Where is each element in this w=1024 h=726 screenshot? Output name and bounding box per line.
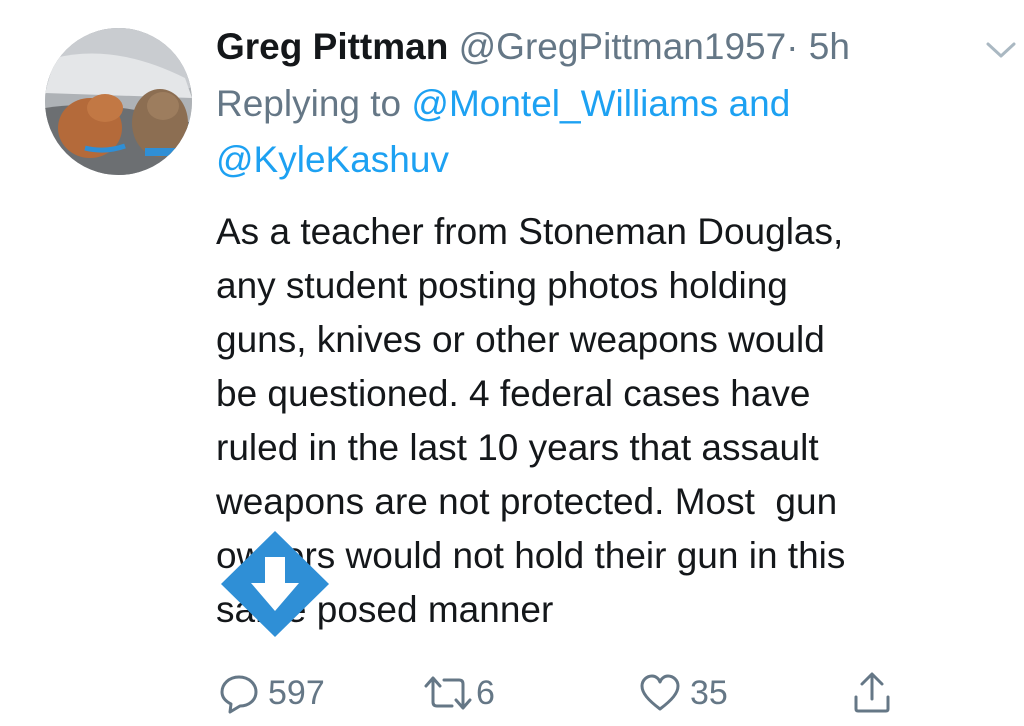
author-handle[interactable]: @GregPittman1957	[459, 26, 787, 67]
tweet: Greg Pittman @GregPittman1957· 5h Replyi…	[0, 0, 1024, 726]
replying-to: Replying to @Montel_Williams and	[216, 78, 1006, 130]
retweet-count: 6	[476, 673, 495, 712]
tweet-text-line: ruled in the last 10 years that assault	[216, 427, 819, 468]
tweet-text-line: guns, knives or other weapons would	[216, 319, 825, 360]
tweet-text: As a teacher from Stoneman Douglas, any …	[216, 205, 1016, 637]
heart-icon	[640, 674, 680, 711]
separator-dot: ·	[786, 26, 799, 67]
share-icon	[854, 672, 890, 713]
like-count: 35	[690, 673, 728, 712]
replying-to-label: Replying to	[216, 83, 402, 124]
tweet-text-line: As a teacher from Stoneman Douglas,	[216, 211, 844, 252]
tweet-text-line: be questioned. 4 federal cases have	[216, 373, 811, 414]
download-arrow-icon	[219, 529, 331, 639]
reply-count: 597	[268, 673, 325, 712]
tweet-text-line: same posed manner	[216, 589, 554, 630]
author-name[interactable]: Greg Pittman	[216, 26, 448, 67]
reply-user-link[interactable]: @KyleKashuv	[216, 139, 449, 180]
tweet-actions: 597 6 35	[0, 668, 1024, 718]
avatar[interactable]	[45, 28, 192, 175]
tweet-time[interactable]: 5h	[809, 26, 850, 67]
like-button[interactable]: 35	[638, 668, 728, 718]
comment-icon	[220, 675, 258, 714]
chevron-down-icon[interactable]	[983, 38, 1019, 62]
tweet-header: Greg Pittman @GregPittman1957· 5h	[216, 22, 850, 72]
replying-to-continued: @KyleKashuv	[216, 134, 1006, 186]
retweet-icon	[424, 676, 472, 710]
share-button[interactable]	[850, 668, 894, 718]
reply-button[interactable]: 597	[218, 668, 325, 718]
avatar-photo	[45, 28, 192, 175]
retweet-button[interactable]: 6	[422, 668, 495, 718]
reply-user-link[interactable]: @Montel_Williams	[411, 83, 718, 124]
tweet-text-line: owners would not hold their gun in this	[216, 535, 846, 576]
reply-and-link[interactable]: and	[729, 83, 791, 124]
tweet-text-line: any student posting photos holding	[216, 265, 788, 306]
tweet-text-line: weapons are not protected. Most gun	[216, 481, 838, 522]
